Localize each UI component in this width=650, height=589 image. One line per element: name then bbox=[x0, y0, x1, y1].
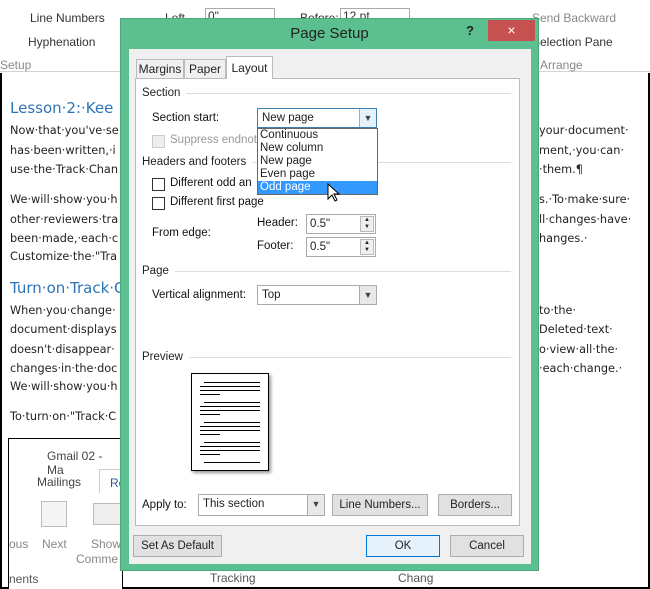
doc-line: ·each·change.· bbox=[539, 362, 623, 375]
embedded-previous: ous bbox=[9, 537, 29, 551]
doc-line: other·reviewers·tra bbox=[10, 213, 119, 226]
borders-button[interactable]: Borders... bbox=[438, 494, 512, 516]
setup-group-label: Setup bbox=[0, 58, 32, 72]
show-comments-icon bbox=[93, 503, 122, 525]
doc-line: been·made,·each·c bbox=[10, 232, 119, 245]
doc-line: When·you·change· bbox=[10, 304, 116, 317]
apply-to-select[interactable]: This section ▼ bbox=[198, 494, 325, 516]
different-first-page-checkbox[interactable] bbox=[152, 197, 165, 210]
doc-line: o·view·all·the· bbox=[539, 343, 619, 356]
doc-line: We·will·show·you·h bbox=[10, 380, 118, 393]
doc-line: hanges.· bbox=[539, 232, 588, 245]
apply-to-label: Apply to: bbox=[142, 499, 187, 511]
page-preview bbox=[191, 373, 269, 471]
line-numbers-button[interactable]: Line Numbers bbox=[30, 11, 105, 25]
option-new-column[interactable]: New column bbox=[258, 142, 377, 155]
vertical-alignment-label: Vertical alignment: bbox=[152, 289, 246, 301]
next-comment-icon bbox=[41, 501, 67, 527]
doc-line: ll·changes·have· bbox=[539, 213, 632, 226]
footer-value: 0.5" bbox=[310, 241, 331, 253]
embedded-comments: Comme bbox=[76, 552, 119, 566]
dialog-body: Margins Paper Layout Section Section sta… bbox=[129, 49, 531, 564]
footer-label: Footer: bbox=[257, 240, 294, 252]
send-backward-button[interactable]: Send Backward bbox=[532, 11, 616, 25]
section-group-label: Section bbox=[142, 87, 511, 99]
from-edge-label: From edge: bbox=[152, 227, 211, 239]
option-continuous[interactable]: Continuous bbox=[258, 129, 377, 142]
different-first-page-label: Different first page bbox=[170, 196, 264, 208]
doc-line: ment,·you·can· bbox=[539, 144, 624, 157]
spin-arrows-icon[interactable]: ▲ ▼ bbox=[360, 239, 374, 255]
embedded-tab-mailings: Mailings bbox=[37, 475, 82, 489]
doc-line: changes·in·the·doc bbox=[10, 362, 118, 375]
help-button[interactable]: ? bbox=[466, 23, 474, 38]
embedded-comments-group: nents bbox=[9, 572, 39, 586]
doc-line: has·been·written,·i bbox=[10, 144, 116, 157]
embedded-screenshot: Gmail 02 - Ma Mailings Re ous Next Show … bbox=[8, 438, 123, 589]
ok-button[interactable]: OK bbox=[366, 535, 440, 557]
section-start-label: Section start: bbox=[152, 112, 220, 124]
doc-line: your·document· bbox=[539, 124, 629, 137]
dialog-title: Page Setup bbox=[290, 25, 369, 42]
close-button[interactable]: × bbox=[488, 20, 535, 41]
embedded-next: Next bbox=[42, 537, 67, 551]
tab-margins[interactable]: Margins bbox=[136, 59, 184, 79]
doc-line: We·will·show·you·h bbox=[10, 193, 118, 206]
arrange-group-label: Arrange bbox=[540, 58, 583, 72]
heading-turn-on-track-changes: Turn·on·Track·Ch bbox=[10, 279, 135, 297]
doc-line: document·displays bbox=[10, 323, 117, 336]
page-setup-dialog: Page Setup ? × Margins Paper Layout Sect… bbox=[120, 18, 539, 571]
section-start-dropdown[interactable]: Continuous New column New page Even page… bbox=[257, 128, 378, 195]
option-new-page[interactable]: New page bbox=[258, 155, 377, 168]
vertical-alignment-select[interactable]: Top ▼ bbox=[257, 285, 377, 305]
page-label: Page bbox=[142, 265, 169, 277]
section-start-value: New page bbox=[262, 112, 314, 124]
hyphenation-button[interactable]: Hyphenation bbox=[28, 35, 95, 49]
header-value: 0.5" bbox=[310, 218, 331, 230]
option-even-page[interactable]: Even page bbox=[258, 168, 377, 181]
header-label: Header: bbox=[257, 217, 298, 229]
doc-line: use·the·Track·Chan bbox=[10, 163, 118, 176]
selection-pane-button[interactable]: Selection Pane bbox=[532, 35, 613, 49]
mouse-cursor-icon bbox=[327, 183, 341, 202]
section-start-select[interactable]: New page ▼ bbox=[257, 108, 377, 128]
tab-paper[interactable]: Paper bbox=[184, 59, 226, 79]
doc-line: To·turn·on·"Track·C bbox=[10, 410, 117, 423]
doc-line: to·the· bbox=[539, 304, 577, 317]
set-as-default-button[interactable]: Set As Default bbox=[133, 535, 222, 557]
different-odd-even-checkbox[interactable] bbox=[152, 178, 165, 191]
doc-line: Deleted·text· bbox=[539, 323, 613, 336]
chevron-down-icon[interactable]: ▼ bbox=[307, 495, 324, 515]
footer-distance-spinner[interactable]: 0.5" ▲ ▼ bbox=[306, 237, 376, 257]
tab-layout[interactable]: Layout bbox=[226, 56, 273, 79]
doc-line: s.·To·make·sure· bbox=[539, 193, 631, 206]
chevron-down-icon[interactable]: ▼ bbox=[359, 286, 376, 304]
line-numbers-button[interactable]: Line Numbers... bbox=[332, 494, 428, 516]
header-distance-spinner[interactable]: 0.5" ▲ ▼ bbox=[306, 214, 376, 234]
doc-line: ·them.¶ bbox=[539, 163, 583, 176]
page-group-label: Page bbox=[142, 265, 511, 277]
embedded-changes-group: Chang bbox=[398, 571, 434, 585]
apply-to-value: This section bbox=[203, 498, 265, 510]
embedded-show: Show bbox=[91, 537, 122, 551]
embedded-tracking-group: Tracking bbox=[210, 571, 256, 585]
headers-footers-label: Headers and footers bbox=[142, 156, 247, 168]
doc-line: doesn't·disappear· bbox=[10, 343, 115, 356]
doc-line: Now·that·you've·se bbox=[10, 124, 119, 137]
suppress-endnotes-checkbox[interactable] bbox=[152, 135, 165, 148]
spin-arrows-icon[interactable]: ▲ ▼ bbox=[360, 216, 374, 232]
preview-group-label: Preview bbox=[142, 351, 511, 363]
vertical-alignment-value: Top bbox=[262, 289, 281, 301]
doc-line: Customize·the·"Tra bbox=[10, 250, 118, 263]
different-odd-even-label: Different odd an bbox=[170, 177, 252, 189]
layout-panel: Section Section start: New page ▼ Suppres… bbox=[135, 78, 520, 526]
chevron-down-icon[interactable]: ▼ bbox=[359, 109, 376, 127]
heading-lesson-2: Lesson·2:·Kee bbox=[10, 99, 114, 117]
suppress-endnotes-label: Suppress endnot bbox=[170, 134, 257, 146]
preview-label: Preview bbox=[142, 351, 183, 363]
section-label: Section bbox=[142, 87, 181, 99]
option-odd-page[interactable]: Odd page bbox=[258, 181, 377, 194]
cancel-button[interactable]: Cancel bbox=[450, 535, 524, 557]
